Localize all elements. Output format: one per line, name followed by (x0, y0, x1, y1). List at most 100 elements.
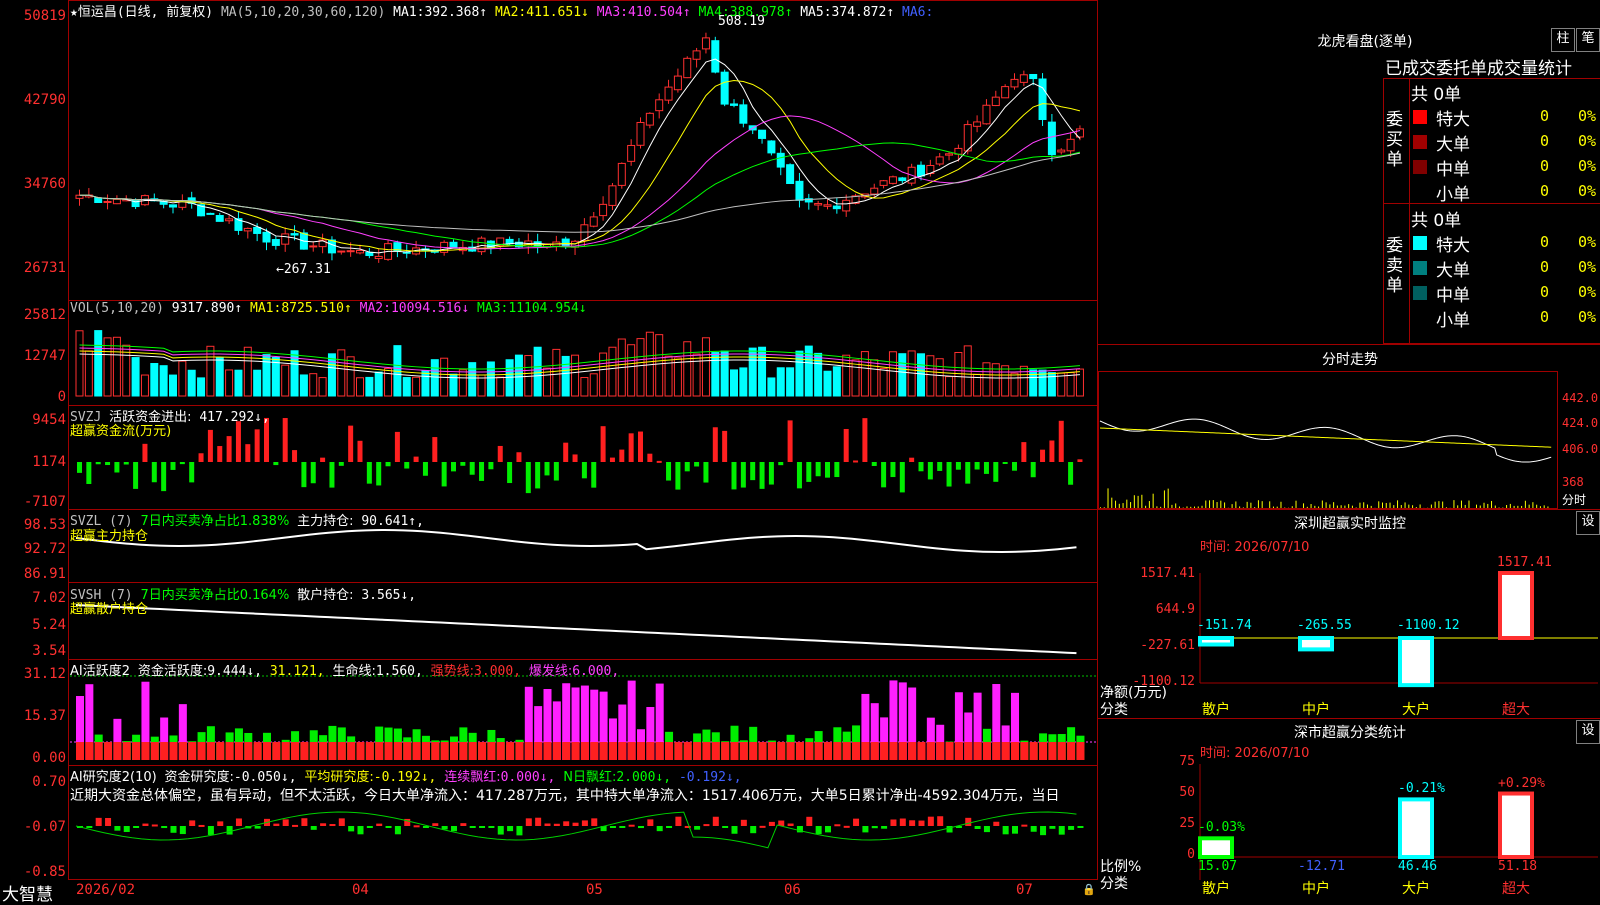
monitor-time: 时间: 2026/07/10 (1200, 536, 1309, 555)
sidebar-divider (1098, 718, 1600, 719)
price-axis-label: 34760 (0, 176, 66, 192)
x-axis-label: 04 (352, 882, 369, 898)
sell-row-count: 0 (1540, 233, 1549, 251)
monitor-title: 深圳超赢实时监控 (1240, 513, 1460, 533)
classify-title: 深市超赢分类统计 (1240, 722, 1460, 742)
buy-row-pct: 0% (1578, 132, 1596, 150)
sell-orders-label: 委卖单 (1386, 236, 1406, 296)
monitor-settings-button[interactable]: 设 (1576, 511, 1600, 535)
buy-row-count: 0 (1540, 157, 1549, 175)
svzl-subtitle: 超赢主力持仓 (70, 525, 148, 544)
monitor-value: -265.55 (1297, 618, 1352, 633)
intraday-tab[interactable]: 分时 (1562, 491, 1586, 508)
classify-category-label: 散户 (1202, 878, 1230, 898)
x-axis-label: 2026/02 (76, 882, 135, 898)
buy-swatch (1413, 110, 1427, 124)
lhb-title: 龙虎看盘(逐单) (1280, 31, 1450, 51)
ai2-axis-label: -0.85 (0, 864, 66, 880)
monitor-bar (1500, 573, 1532, 638)
vol-header: VOL(5,10,20) 9317.890↑ MA1:8725.510↑ MA2… (70, 301, 587, 316)
price-axis-label: 26731 (0, 260, 66, 276)
sell-row-count: 0 (1540, 258, 1549, 276)
buy-total: 共 0单 (1411, 80, 1461, 105)
intraday-axis-label: 368 (1562, 475, 1584, 489)
buy-swatch (1413, 160, 1427, 174)
buy-orders-label: 委买单 (1386, 110, 1406, 170)
svsh-axis-label: 5.24 (0, 617, 66, 633)
bar-mode-button[interactable]: 柱 (1551, 28, 1575, 52)
sell-row-count: 0 (1540, 308, 1549, 326)
ai2-axis-label: 0.70 (0, 774, 66, 790)
svzj-axis-label: 9454 (0, 412, 66, 428)
high-marker: 508.19 (718, 14, 765, 29)
ai2-comment: 近期大资金总体偏空，虽有异动，但不太活跃，今日大单净流入：417.287万元，其… (70, 785, 1092, 805)
monitor-value: -1100.12 (1397, 618, 1460, 633)
classify-category-label: 超大 (1502, 878, 1530, 898)
classify-value: 46.46 (1398, 859, 1437, 874)
order-stats-tabs[interactable]: 已成交委托单成交量统计 (1385, 54, 1600, 79)
sell-row-pct: 0% (1578, 233, 1596, 251)
svzl-axis-label: 86.91 (0, 566, 66, 582)
ai1-axis-label: 31.12 (0, 666, 66, 682)
intraday-chart[interactable] (1098, 371, 1558, 509)
sell-row-name: 小单 (1436, 306, 1470, 331)
buy-row-name: 大单 (1436, 130, 1470, 155)
buy-row-pct: 0% (1578, 157, 1596, 175)
stock-name[interactable]: ★恒运昌(日线, 前复权) (70, 5, 213, 20)
buy-row-name: 特大 (1436, 105, 1470, 130)
price-axis-label: 42790 (0, 92, 66, 108)
sell-row-name: 大单 (1436, 256, 1470, 281)
order-stats-divider (1383, 203, 1600, 204)
buy-row-count: 0 (1540, 132, 1549, 150)
monitor-axis-label: 644.9 (1105, 602, 1195, 617)
monitor-category-label: 大户 (1402, 699, 1430, 719)
buy-row-count: 0 (1540, 182, 1549, 200)
buy-swatch (1413, 135, 1427, 149)
low-marker: ←267.31 (276, 262, 331, 277)
intraday-axis-label: 406.0 (1562, 442, 1598, 456)
svsh-subtitle: 超赢散户持仓 (70, 598, 148, 617)
ai1-header: AI活跃度2 资金活跃度:9.444↓, 31.121, 生命线:1.560, … (70, 660, 619, 679)
x-axis-label: 07 (1016, 882, 1033, 898)
monitor-bar (1200, 638, 1232, 644)
monitor-category-label: 散户 (1202, 699, 1230, 719)
sell-swatch (1413, 311, 1427, 325)
vol-axis-label: 12747 (0, 348, 66, 364)
svzj-subtitle: 超赢资金流(万元) (70, 420, 171, 439)
price-panel[interactable] (68, 0, 1098, 301)
classify-category: 分类 (1100, 873, 1128, 893)
sidebar-divider (1098, 509, 1600, 510)
sell-swatch (1413, 236, 1427, 250)
sell-total: 共 0单 (1411, 206, 1461, 231)
classify-time: 时间: 2026/07/10 (1200, 742, 1309, 761)
sell-row-pct: 0% (1578, 308, 1596, 326)
x-axis-label: 06 (784, 882, 801, 898)
monitor-axis-label: 1517.41 (1105, 566, 1195, 581)
classify-value: 51.18 (1498, 859, 1537, 874)
classify-axis-label: 25 (1125, 816, 1195, 831)
lock-icon[interactable]: 🔒 (1082, 883, 1096, 896)
classify-category-label: 大户 (1402, 878, 1430, 898)
x-axis-label: 05 (586, 882, 603, 898)
classify-change: +0.29% (1498, 776, 1545, 791)
sell-row-count: 0 (1540, 283, 1549, 301)
sell-row-name: 特大 (1436, 231, 1470, 256)
sell-row-pct: 0% (1578, 283, 1596, 301)
classify-axis-label: 50 (1125, 785, 1195, 800)
monitor-bar (1400, 638, 1432, 685)
monitor-category-label: 中户 (1302, 699, 1330, 719)
classify-value: -12.71 (1298, 859, 1345, 874)
sell-row-pct: 0% (1578, 258, 1596, 276)
classify-bar (1200, 838, 1232, 857)
price-header: ★恒运昌(日线, 前复权) MA(5,10,20,30,60,120) MA1:… (70, 1, 933, 20)
tick-mode-button[interactable]: 笔 (1576, 28, 1600, 52)
classify-settings-button[interactable]: 设 (1576, 720, 1600, 744)
brand-label: 大智慧 (2, 880, 53, 905)
monitor-value: 1517.41 (1497, 555, 1552, 570)
vol-axis-label: 25812 (0, 307, 66, 323)
svzl-axis-label: 98.53 (0, 517, 66, 533)
monitor-category-label: 超大 (1502, 699, 1530, 719)
sidebar-divider (1098, 344, 1600, 345)
monitor-bar (1300, 638, 1332, 649)
buy-row-pct: 0% (1578, 182, 1596, 200)
